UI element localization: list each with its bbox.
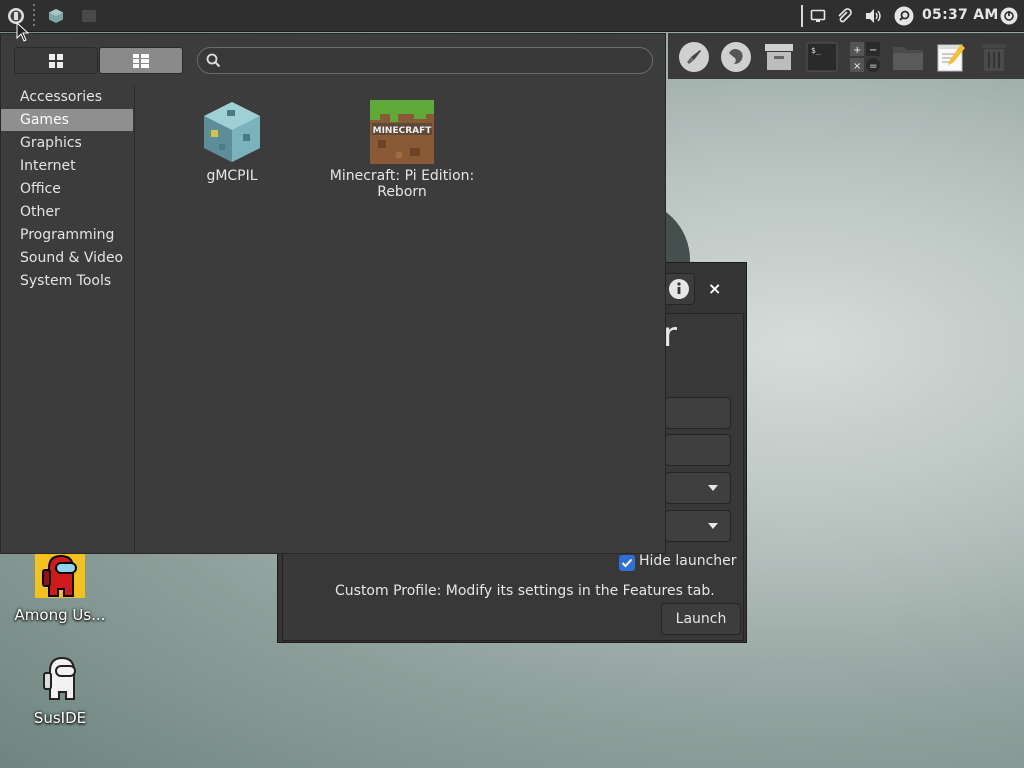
browser-icon[interactable] — [719, 40, 753, 74]
launch-button[interactable]: Launch — [661, 603, 741, 635]
application-menu: Accessories Games Graphics Internet Offi… — [0, 33, 666, 554]
category-graphics[interactable]: Graphics — [1, 132, 133, 154]
window-taskbar-icon[interactable] — [80, 5, 98, 27]
desktop-icon-among-us[interactable]: Among Us... — [5, 552, 115, 624]
svg-text:×: × — [853, 61, 861, 72]
close-icon[interactable]: × — [708, 279, 721, 298]
category-sound-video[interactable]: Sound & Video — [1, 247, 133, 269]
volume-icon[interactable] — [863, 5, 883, 27]
gmcpil-taskbar-icon[interactable] — [46, 5, 66, 27]
hide-launcher-checkbox[interactable] — [619, 555, 635, 571]
render-distance-dropdown[interactable] — [665, 510, 731, 542]
info-icon — [669, 279, 689, 299]
folder-icon[interactable] — [891, 40, 925, 74]
chevron-down-icon — [708, 485, 718, 491]
panel-separator — [33, 4, 35, 28]
search-box[interactable] — [197, 47, 653, 74]
rocket-launcher-icon[interactable] — [677, 40, 711, 74]
category-other[interactable]: Other — [1, 201, 133, 223]
clock[interactable]: 05:37 AM — [922, 7, 999, 23]
app-label-line2: Reborn — [377, 184, 427, 200]
svg-text:$_: $_ — [811, 46, 821, 55]
grid-view-button[interactable] — [14, 47, 98, 74]
trash-icon[interactable] — [977, 40, 1011, 74]
search-icon[interactable] — [893, 5, 915, 27]
archive-icon[interactable] — [762, 40, 796, 74]
grid-icon — [49, 53, 63, 68]
power-icon[interactable] — [999, 5, 1019, 27]
info-button[interactable] — [663, 273, 695, 305]
app-label-line1: Minecraft: Pi Edition: — [329, 168, 475, 184]
profile-dropdown[interactable] — [665, 472, 731, 504]
category-office[interactable]: Office — [1, 178, 133, 200]
app-label: gMCPIL — [206, 168, 258, 184]
minecraft-grass-block-icon: MINECRAFT — [370, 100, 434, 164]
category-system-tools[interactable]: System Tools — [1, 270, 133, 292]
top-panel: 05:37 AM — [0, 0, 1024, 32]
mouse-cursor-icon — [16, 22, 30, 42]
hide-launcher-label[interactable]: Hide launcher — [639, 553, 737, 569]
name-field[interactable] — [665, 397, 731, 429]
search-icon — [206, 53, 221, 68]
desktop-icon-suside[interactable]: SusIDE — [5, 655, 115, 727]
app-gmcpil[interactable]: gMCPIL — [187, 100, 277, 184]
search-input[interactable] — [228, 51, 642, 72]
dock: $_ + − × = — [668, 33, 1024, 79]
gmcpil-cube-icon — [204, 102, 260, 162]
panel-divider — [801, 5, 803, 27]
chevron-down-icon — [708, 523, 718, 529]
app-minecraft-pi-reborn[interactable]: MINECRAFT Minecraft: Pi Edition: Reborn — [323, 100, 481, 200]
terminal-icon[interactable]: $_ — [805, 40, 839, 74]
paperclip-icon[interactable] — [835, 5, 853, 27]
calculator-icon[interactable]: + − × = — [848, 40, 882, 74]
category-accessories[interactable]: Accessories — [1, 86, 133, 108]
list-view-button[interactable] — [99, 47, 183, 74]
category-programming[interactable]: Programming — [1, 224, 133, 246]
suside-icon — [43, 656, 76, 700]
svg-text:+: + — [853, 45, 861, 56]
list-icon — [133, 53, 149, 68]
desktop-icon-label: SusIDE — [33, 709, 87, 727]
among-us-icon — [35, 552, 85, 598]
screen-icon[interactable] — [809, 5, 827, 27]
checkmark-icon — [621, 558, 633, 568]
category-list: Accessories Games Graphics Internet Offi… — [1, 86, 135, 554]
category-games[interactable]: Games — [1, 109, 133, 131]
profile-info-text: Custom Profile: Modify its settings in t… — [335, 583, 715, 599]
text-editor-icon[interactable] — [934, 40, 968, 74]
minecraft-logo-text: MINECRAFT — [373, 126, 433, 136]
version-field[interactable] — [665, 434, 731, 466]
category-internet[interactable]: Internet — [1, 155, 133, 177]
svg-text:=: = — [869, 61, 877, 72]
desktop-icon-label: Among Us... — [14, 606, 106, 624]
svg-text:−: − — [869, 45, 877, 56]
